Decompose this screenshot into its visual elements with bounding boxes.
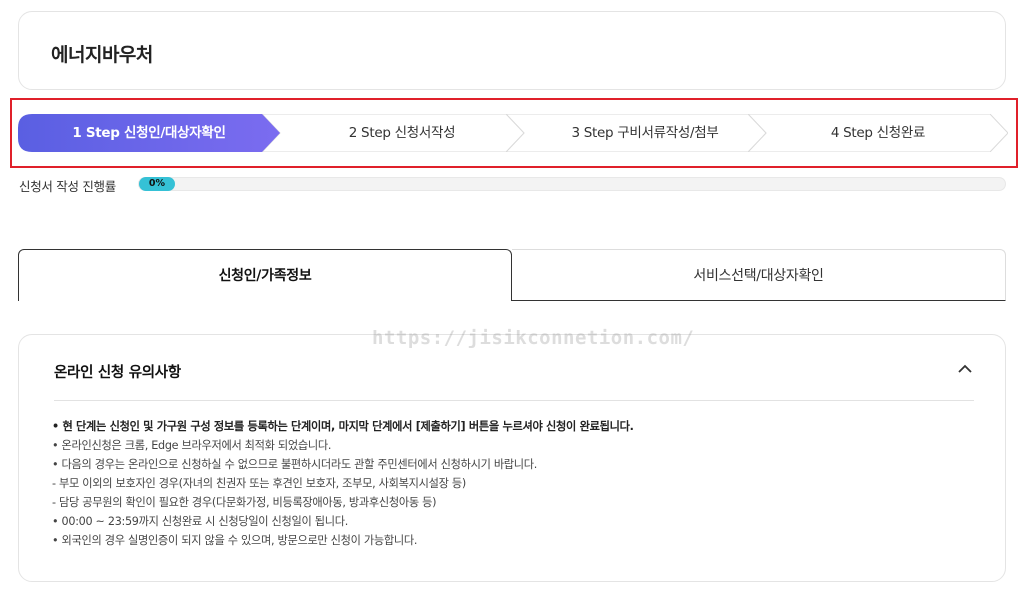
notice-item: • 외국인의 경우 실명인증이 되지 않을 수 있으며, 방문으로만 신청이 가… bbox=[52, 534, 418, 547]
notice-list: • 현 단계는 신청인 및 가구원 구성 정보를 등록하는 단계이며, 마지막 … bbox=[52, 417, 982, 550]
page: 에너지바우처 1 Step 신청인/대상자확인 2 Step 신청서작성 3 S… bbox=[0, 0, 1024, 599]
notice-title: 온라인 신청 유의사항 bbox=[54, 365, 181, 381]
notice-item: - 부모 이외의 보호자인 경우(자녀의 친권자 또는 후견인 보호자, 조부모… bbox=[52, 477, 466, 490]
watermark: https://jisikconnetion.com/ bbox=[372, 327, 695, 349]
notice-panel: 온라인 신청 유의사항 • 현 단계는 신청인 및 가구원 구성 정보를 등록하… bbox=[18, 334, 1006, 582]
title-card: 에너지바우처 bbox=[18, 11, 1006, 90]
notice-item: • 현 단계는 신청인 및 가구원 구성 정보를 등록하는 단계이며, 마지막 … bbox=[52, 420, 634, 433]
form-tabs: 신청인/가족정보 서비스선택/대상자확인 bbox=[18, 249, 1006, 301]
tab-applicant-family[interactable]: 신청인/가족정보 bbox=[18, 249, 512, 301]
progress-bar: 0% bbox=[138, 177, 1006, 191]
step-1-label[interactable]: 1 Step 신청인/대상자확인 bbox=[18, 114, 280, 152]
step-4-label[interactable]: 4 Step 신청완료 bbox=[766, 114, 990, 152]
notice-item: - 담당 공무원의 확인이 필요한 경우(다문화가정, 비등록장애아동, 방과후… bbox=[52, 496, 437, 509]
notice-item: • 다음의 경우는 온라인으로 신청하실 수 없으므로 불편하시더라도 관할 주… bbox=[52, 458, 538, 471]
progress-label: 신청서 작성 진행률 bbox=[19, 179, 116, 194]
chevron-up-icon[interactable] bbox=[957, 363, 973, 375]
step-2-label[interactable]: 2 Step 신청서작성 bbox=[280, 114, 524, 152]
notice-item: • 온라인신청은 크롬, Edge 브라우저에서 최적화 되었습니다. bbox=[52, 439, 332, 452]
step-3-label[interactable]: 3 Step 구비서류작성/첨부 bbox=[524, 114, 766, 152]
page-title: 에너지바우처 bbox=[51, 44, 153, 66]
step-indicator: 1 Step 신청인/대상자확인 2 Step 신청서작성 3 Step 구비서… bbox=[18, 114, 1008, 152]
notice-item: • 00:00 ~ 23:59까지 신청완료 시 신청당일이 신청일이 됩니다. bbox=[52, 515, 349, 528]
notice-divider bbox=[54, 400, 974, 401]
progress-percent: 0% bbox=[148, 178, 166, 189]
tab-service-select[interactable]: 서비스선택/대상자확인 bbox=[512, 249, 1006, 301]
